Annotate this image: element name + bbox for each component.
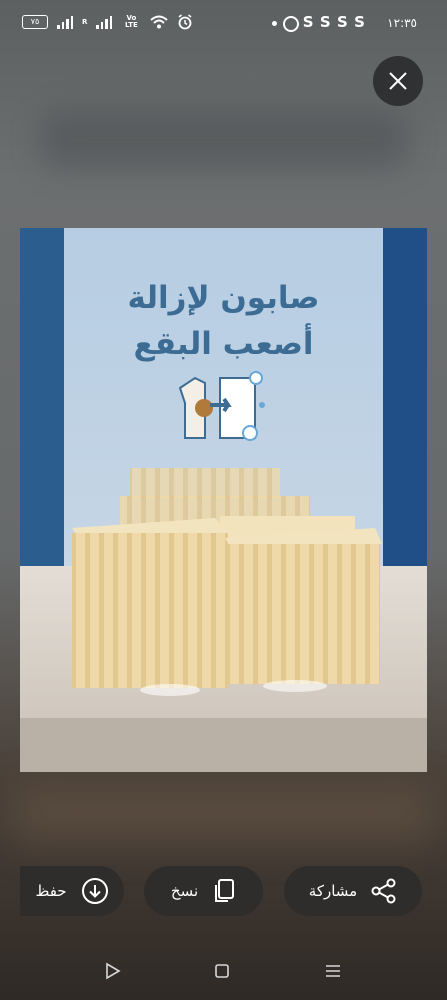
notification-icons: SSSS xyxy=(302,13,372,31)
download-icon xyxy=(81,878,108,904)
copy-button[interactable]: نسخ xyxy=(144,866,263,916)
blurred-background xyxy=(40,110,407,170)
shirt-stain-icon xyxy=(178,371,265,441)
share-label: مشاركة xyxy=(308,882,358,900)
headline-line-1: صابون لإزالة xyxy=(127,280,320,316)
blurred-background-lower xyxy=(10,785,437,845)
system-nav-bar xyxy=(0,962,447,984)
whatsapp-icon xyxy=(283,16,299,32)
close-icon xyxy=(389,72,407,90)
close-button[interactable] xyxy=(373,56,423,106)
alarm-icon xyxy=(178,14,192,30)
battery-level: ٧٥ xyxy=(30,17,40,26)
headline-line-2: أصعب البقع xyxy=(133,326,314,362)
wifi-icon xyxy=(150,15,169,29)
share-button[interactable]: مشاركة xyxy=(284,866,422,916)
signal-2-icon xyxy=(96,15,113,29)
status-left-icons: ٧٥ R Vo LTE xyxy=(22,14,193,30)
roaming-indicator: R xyxy=(82,17,88,26)
copy-label: نسخ xyxy=(170,882,199,900)
copy-icon xyxy=(215,879,235,902)
home-square-icon xyxy=(215,964,229,978)
volte-indicator: Vo LTE xyxy=(124,14,138,29)
save-button[interactable]: حفظ xyxy=(20,866,124,916)
battery-icon: ٧٥ xyxy=(22,15,48,29)
menu-lines-icon xyxy=(326,965,340,977)
signal-1-icon xyxy=(57,15,73,29)
back-triangle-icon xyxy=(106,962,121,980)
share-icon xyxy=(371,878,396,904)
status-bar: ٧٥ R Vo LTE SSSS ١٢:٣٥ xyxy=(0,0,447,50)
home-button[interactable] xyxy=(214,962,230,984)
recents-button[interactable] xyxy=(325,962,341,984)
notification-dot xyxy=(272,21,277,26)
back-button[interactable] xyxy=(105,962,121,984)
preview-image[interactable]: صابون لإزالة أصعب البقع xyxy=(20,228,427,772)
clock: ١٢:٣٥ xyxy=(387,16,417,30)
save-label: حفظ xyxy=(35,882,67,900)
